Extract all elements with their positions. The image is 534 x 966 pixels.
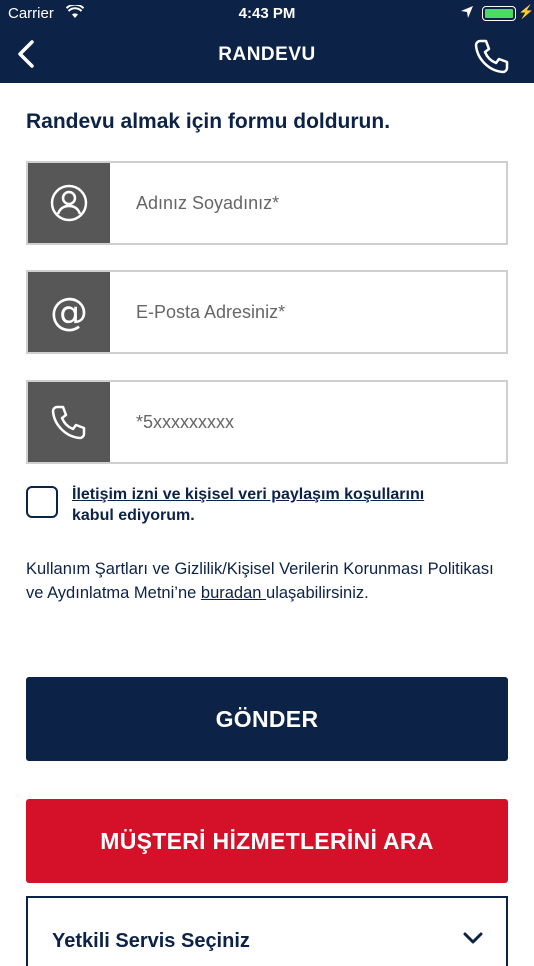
- status-time: 4:43 PM: [238, 5, 296, 22]
- terms-after: ulaşabilirsiniz.: [266, 584, 369, 602]
- consent-checkbox[interactable]: [26, 486, 58, 518]
- send-button[interactable]: GÖNDER: [26, 677, 508, 761]
- phone-input[interactable]: [136, 382, 496, 462]
- location-arrow-icon: [460, 5, 474, 23]
- name-field: [26, 161, 508, 245]
- status-bar: Carrier 4:43 PM ⚡: [0, 0, 534, 28]
- consent-link[interactable]: İletişim izni ve kişisel veri paylaşım k…: [72, 486, 424, 503]
- terms-text: Kullanım Şartları ve Gizlilik/Kişisel Ve…: [26, 557, 506, 605]
- service-select[interactable]: Yetkili Servis Seçiniz: [26, 896, 508, 966]
- phone-icon: [28, 382, 110, 462]
- page-title: RANDEVU: [218, 44, 316, 65]
- call-customer-service-button[interactable]: MÜŞTERİ HİZMETLERİNİ ARA: [26, 799, 508, 883]
- chevron-down-icon: [462, 930, 484, 946]
- phone-icon[interactable]: [472, 36, 512, 76]
- charging-icon: ⚡: [518, 4, 534, 19]
- email-input[interactable]: [136, 272, 496, 352]
- terms-link[interactable]: buradan: [201, 584, 266, 602]
- user-icon: [28, 163, 110, 243]
- nav-bar: RANDEVU: [0, 28, 534, 83]
- battery-icon: [482, 6, 516, 21]
- at-sign-icon: @: [28, 272, 110, 352]
- name-input[interactable]: [136, 163, 496, 243]
- consent-rest: kabul ediyorum.: [72, 507, 195, 524]
- form-heading: Randevu almak için formu doldurun.: [26, 110, 391, 133]
- phone-field: [26, 380, 508, 464]
- email-field: @: [26, 270, 508, 354]
- consent-text: İletişim izni ve kişisel veri paylaşım k…: [72, 484, 424, 526]
